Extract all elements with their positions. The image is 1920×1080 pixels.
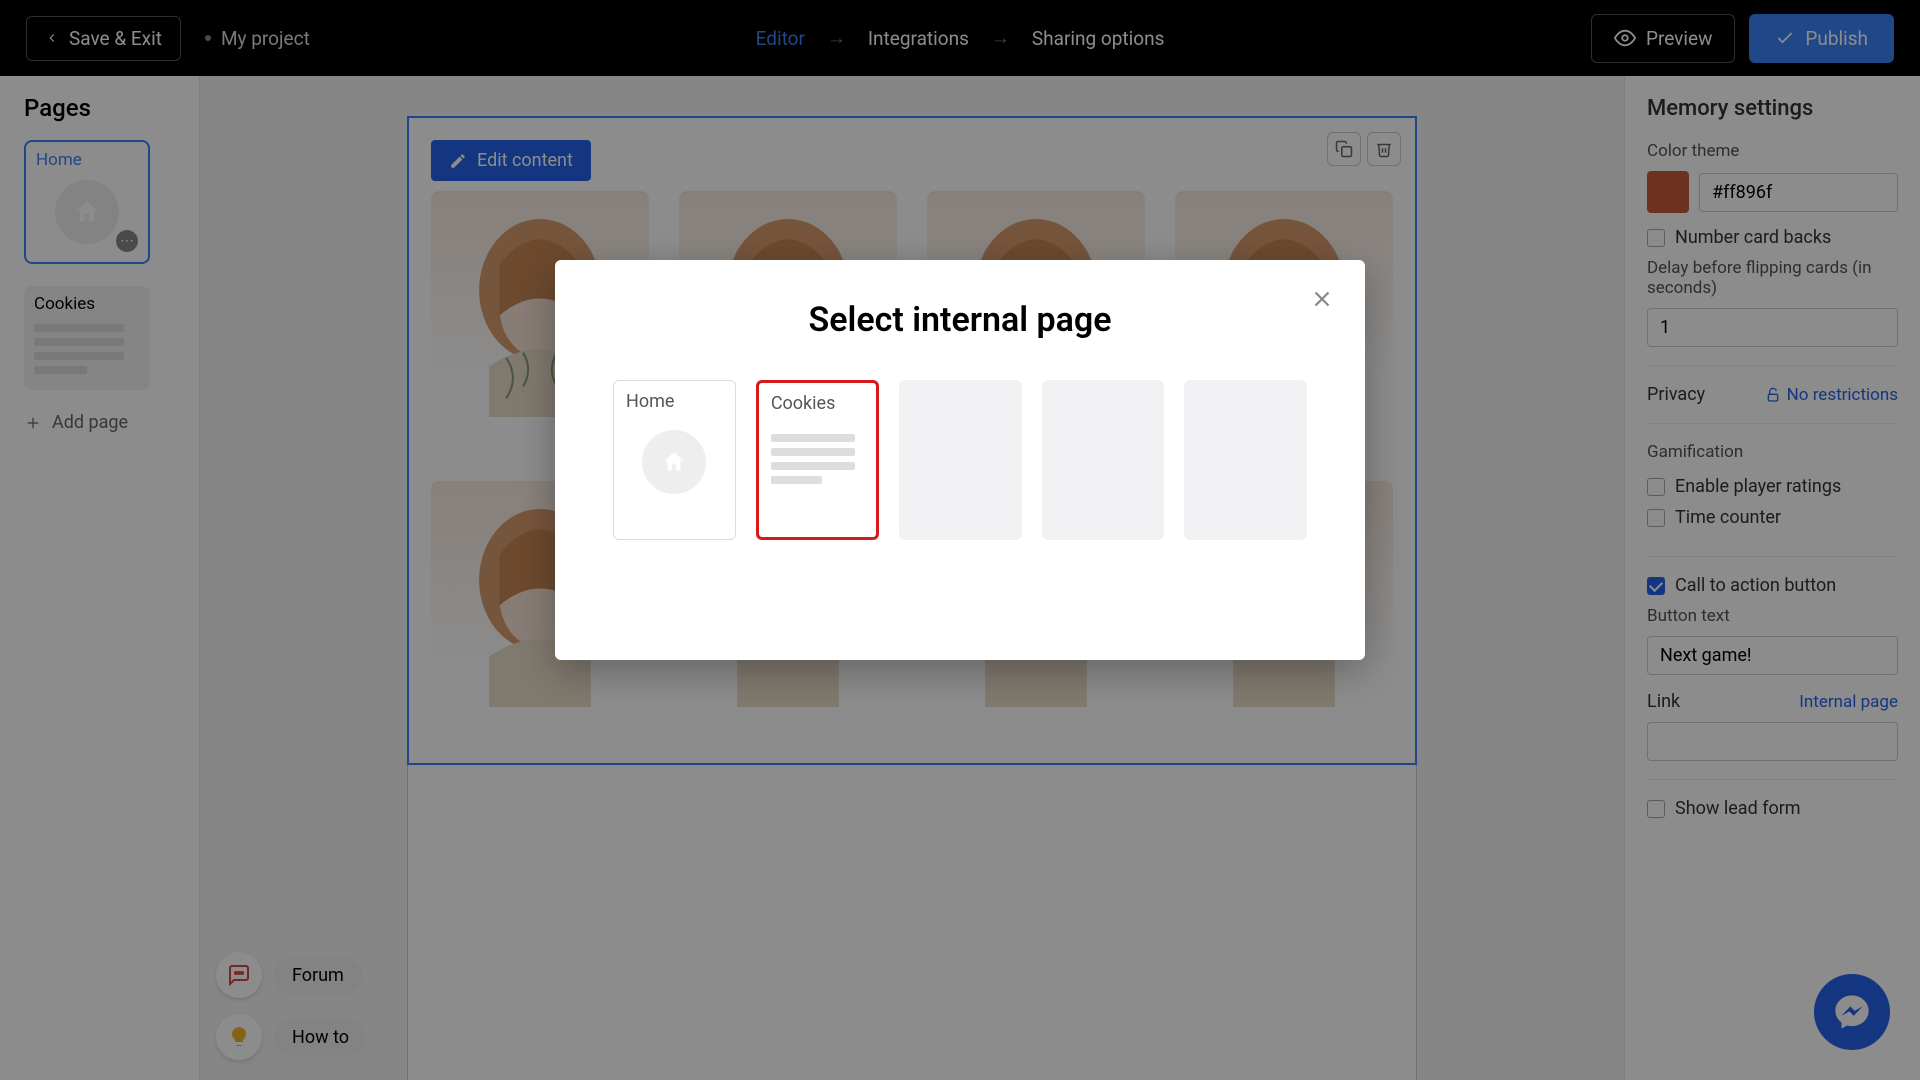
modal-title: Select internal page xyxy=(613,300,1307,340)
close-icon xyxy=(1309,286,1335,312)
page-option-home[interactable]: Home xyxy=(613,380,736,540)
page-option-label: Cookies xyxy=(771,393,864,414)
page-select-row: Home Cookies xyxy=(613,380,1307,540)
page-option-placeholder xyxy=(1184,380,1307,540)
page-option-placeholder xyxy=(899,380,1022,540)
page-option-cookies[interactable]: Cookies xyxy=(756,380,879,540)
select-page-modal: Select internal page Home Cookies xyxy=(555,260,1365,660)
page-option-label: Home xyxy=(626,391,723,412)
page-option-placeholder xyxy=(1042,380,1165,540)
text-lines-icon xyxy=(771,434,864,484)
close-button[interactable] xyxy=(1309,286,1335,316)
home-icon xyxy=(642,430,706,494)
